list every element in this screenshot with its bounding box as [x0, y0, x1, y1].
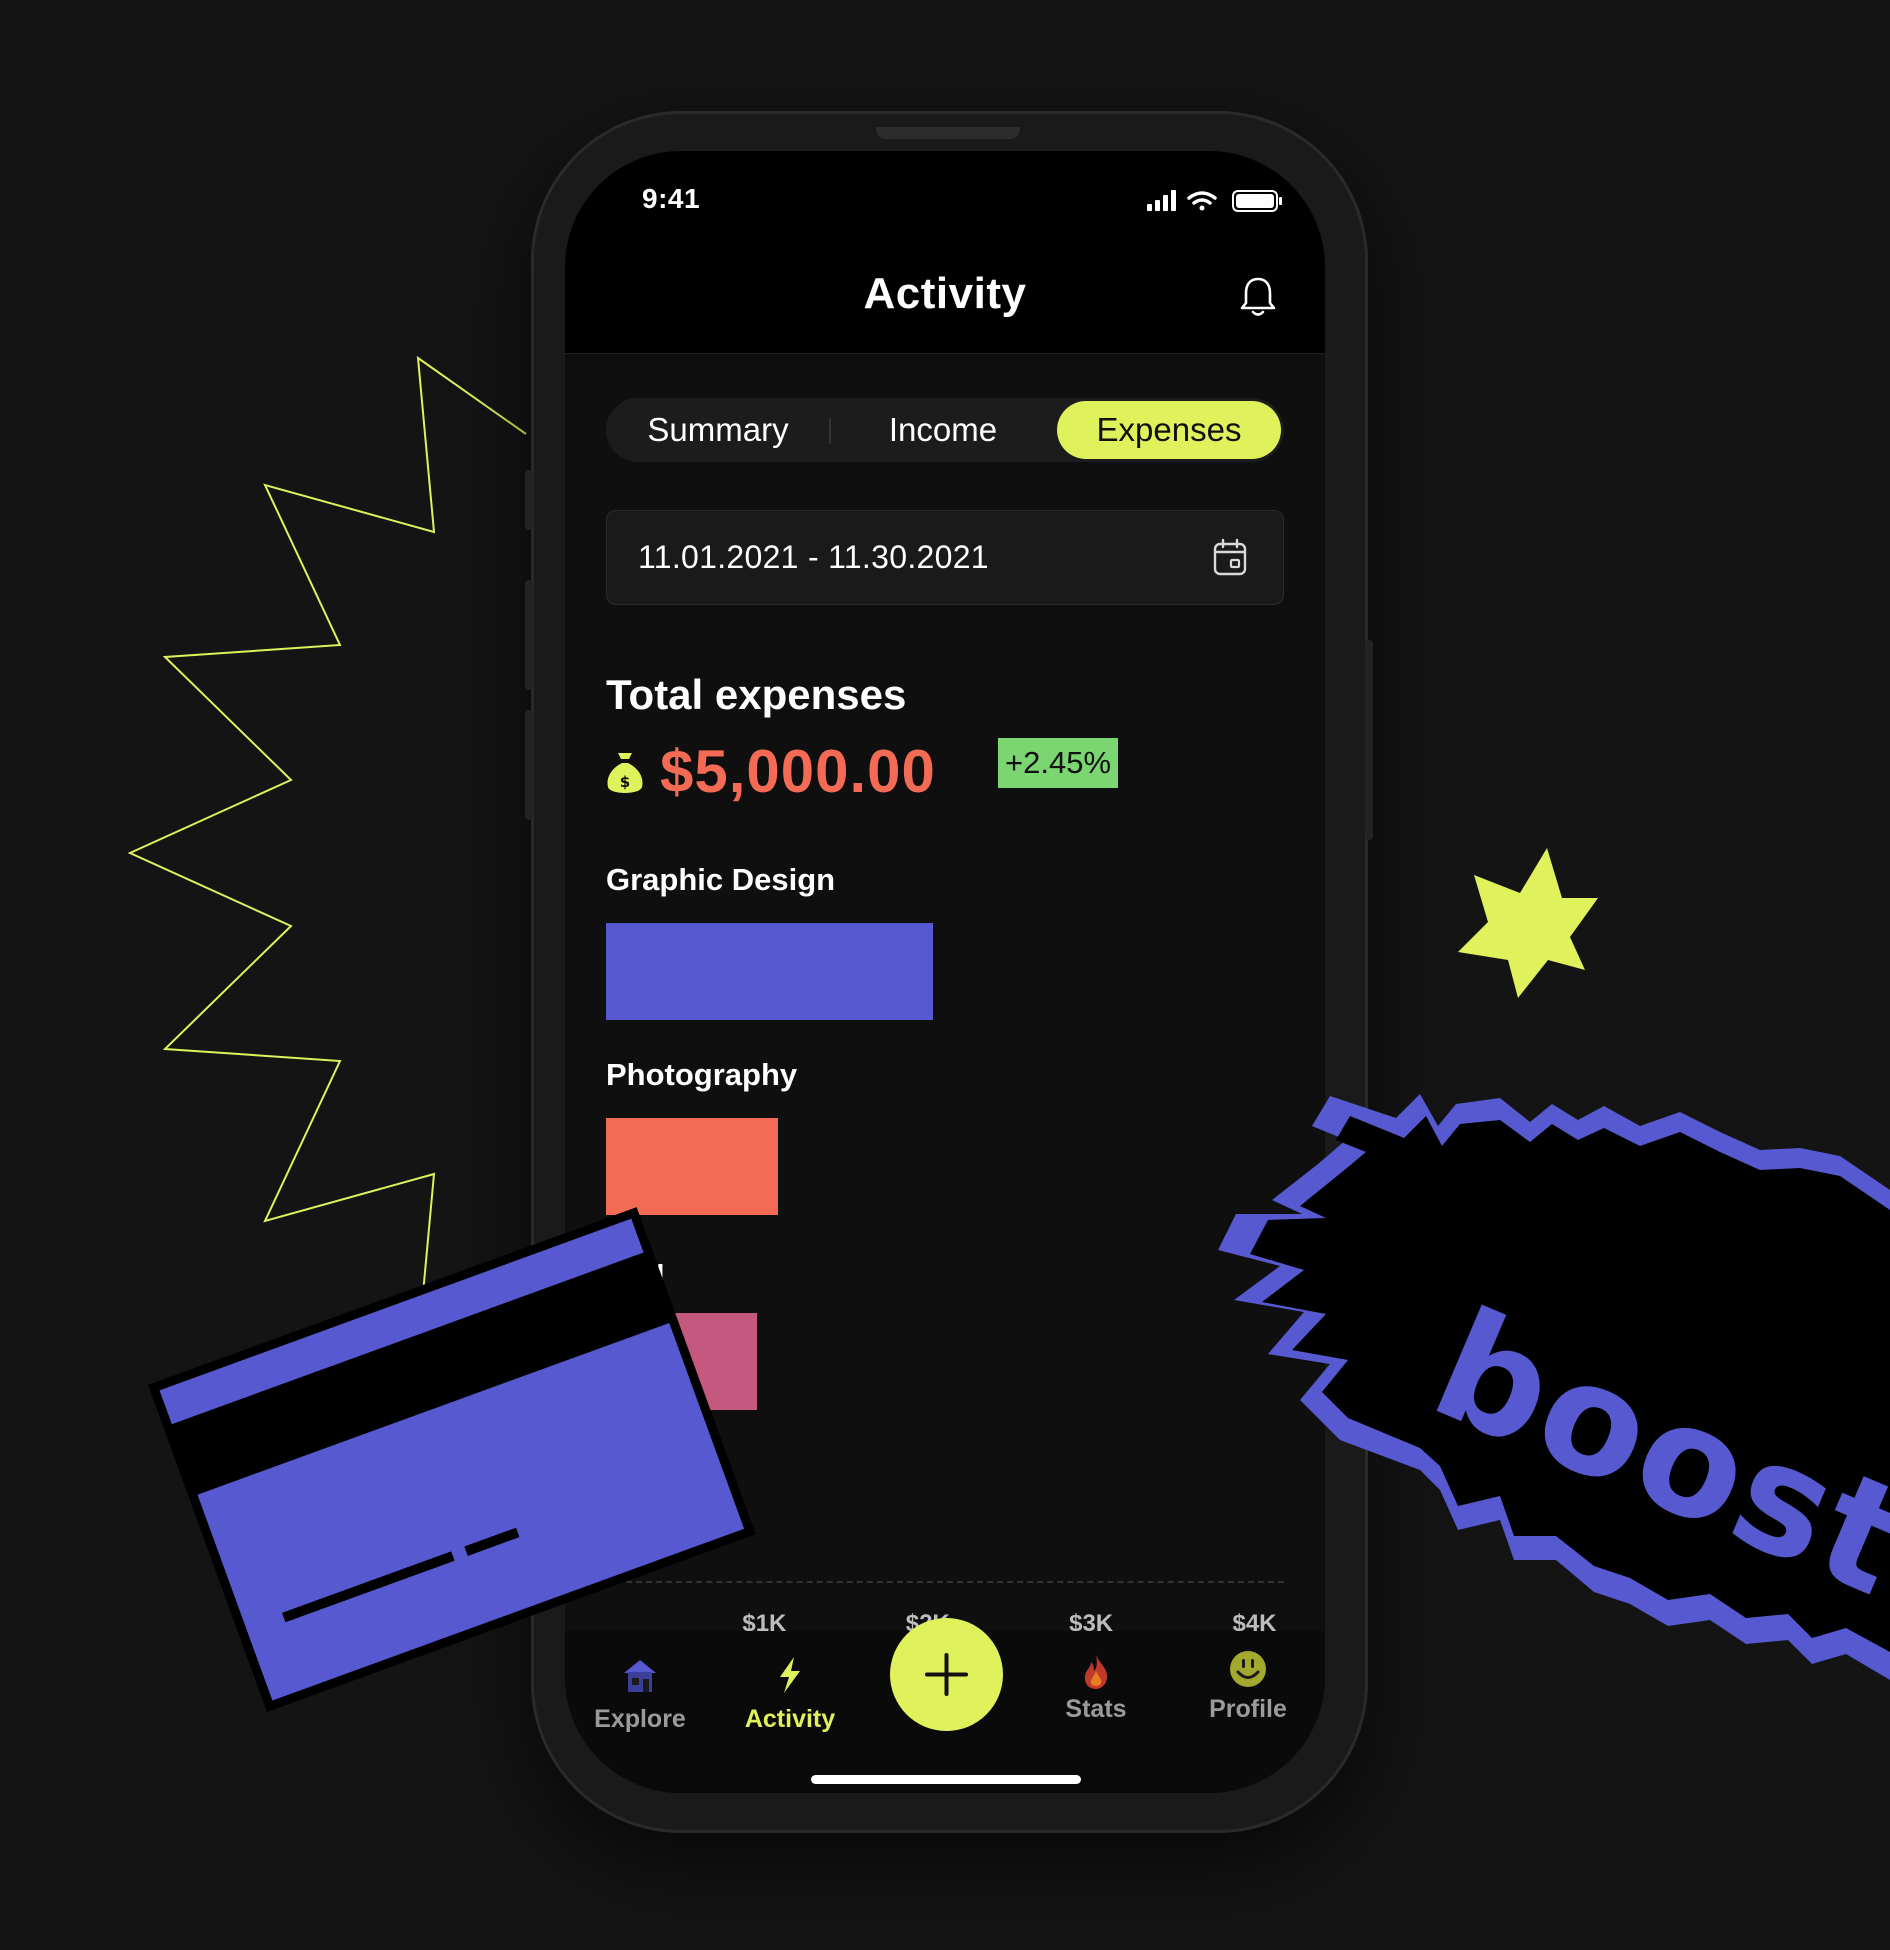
fire-icon: [1076, 1651, 1116, 1696]
date-range-value: 11.01.2021 - 11.30.2021: [638, 539, 989, 575]
svg-text:$: $: [620, 773, 630, 791]
battery-icon: [1232, 190, 1282, 212]
chart-axis-line: [606, 1581, 1284, 1583]
total-amount: $5,000.00: [660, 738, 936, 805]
status-time: 9:41: [642, 183, 701, 214]
power-button: [1365, 640, 1373, 840]
total-expenses-title: Total expenses: [606, 671, 907, 718]
bar-2: [606, 1313, 757, 1410]
status-icons-svg: [1147, 190, 1282, 212]
bar-label: ring: [606, 1252, 665, 1287]
date-range-field[interactable]: 11.01.2021 - 11.30.2021: [606, 510, 1284, 605]
segmented-tabs: Summary Income Expenses: [606, 398, 1284, 462]
bar-label: Photography: [606, 1057, 798, 1092]
zigzag-burst-outline: [127, 355, 527, 1349]
calendar-icon[interactable]: [1213, 538, 1247, 581]
page-title: Activity: [863, 269, 1027, 318]
nav-explore-label: Explore: [594, 1705, 686, 1733]
bar-1: [606, 1118, 778, 1215]
tab-income[interactable]: Income: [830, 401, 1056, 459]
signal-icon: [1147, 190, 1176, 211]
status-icons: [1147, 189, 1287, 218]
star-sticker: [1458, 848, 1598, 998]
tab-expenses[interactable]: Expenses: [1057, 401, 1281, 459]
notification-bell-icon[interactable]: [1239, 275, 1277, 324]
change-badge: +2.45%: [998, 738, 1119, 788]
volume-up-button: [525, 580, 533, 690]
lightning-icon: [770, 1655, 810, 1700]
volume-down-button: [525, 710, 533, 820]
house-icon: [620, 1655, 660, 1700]
tab-summary[interactable]: Summary: [606, 401, 830, 459]
plus-icon: [925, 1653, 968, 1696]
content-area: Summary Income Expenses 11.01.2021 - 11.…: [565, 353, 1325, 1637]
bar-0: [606, 923, 933, 1020]
nav-stats-label: Stats: [1065, 1695, 1127, 1723]
home-indicator: [811, 1775, 1081, 1784]
mute-switch: [525, 470, 533, 530]
phone-screen: 9:41 Activity Summary Income Expenses 11…: [565, 151, 1325, 1793]
nav-activity-label: Activity: [744, 1705, 836, 1733]
wifi-icon: [1187, 191, 1217, 211]
smiley-icon: [1228, 1649, 1268, 1694]
speaker-notch: [876, 127, 1020, 139]
bottom-tab-bar: Explore Activity Stats Profile: [565, 1618, 1325, 1793]
nav-profile-label: Profile: [1209, 1695, 1287, 1723]
bar-label: Graphic Design: [606, 862, 836, 897]
add-button[interactable]: [890, 1618, 1003, 1731]
money-bag-icon: $: [604, 749, 646, 802]
